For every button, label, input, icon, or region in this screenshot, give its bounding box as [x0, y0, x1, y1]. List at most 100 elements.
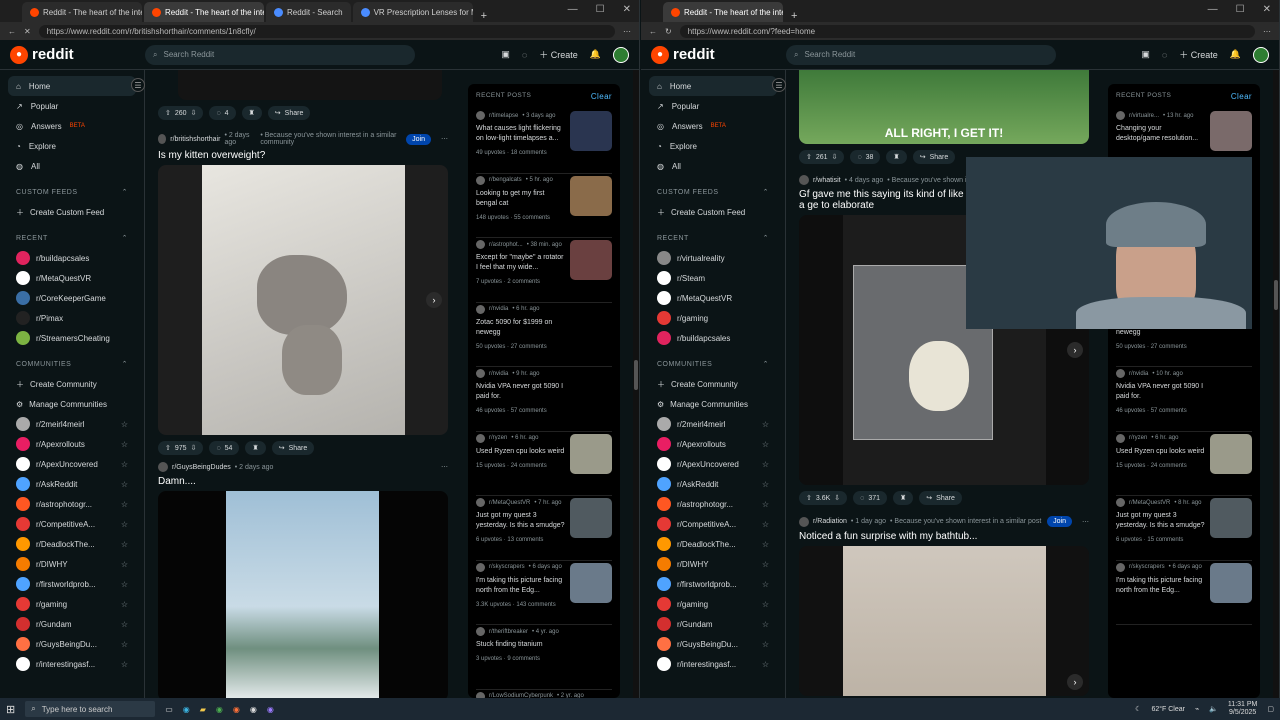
favorite-star-icon[interactable]: ☆: [762, 460, 769, 469]
favorite-star-icon[interactable]: ☆: [762, 480, 769, 489]
nav-answers[interactable]: ◎ Answers BETA: [649, 116, 777, 136]
recent-post-thumbnail[interactable]: [570, 562, 612, 603]
chat-icon[interactable]: ◌: [522, 50, 527, 60]
weather-text[interactable]: 62°F Clear: [1151, 706, 1185, 713]
favorite-star-icon[interactable]: ☆: [121, 460, 128, 469]
community-item[interactable]: r/GuysBeingDu... ☆: [649, 634, 777, 654]
chat-app-icon[interactable]: ◉: [267, 705, 274, 714]
favorite-star-icon[interactable]: ☆: [121, 440, 128, 449]
comments-button[interactable]: ◌ 371: [853, 491, 888, 505]
community-item[interactable]: r/CompetitiveA... ☆: [8, 514, 136, 534]
post-title[interactable]: Noticed a fun surprise with my bathtub..…: [799, 531, 1089, 542]
refresh-icon[interactable]: ✕: [24, 27, 31, 36]
community-item[interactable]: r/Gundam ☆: [8, 614, 136, 634]
url-field[interactable]: https://www.reddit.com/r/britishshorthai…: [38, 24, 615, 38]
recent-post-item[interactable]: r/MetaQuestVR • 8 hr. ago Just got my ques…: [1116, 496, 1252, 561]
scrollbar-thumb[interactable]: [634, 360, 638, 390]
communities-header[interactable]: COMMUNITIES ⌃: [8, 354, 136, 374]
avatar[interactable]: [1253, 46, 1269, 63]
right-tab-1[interactable]: Reddit - The heart of the internet: [663, 2, 783, 22]
custom-feeds-header[interactable]: CUSTOM FEEDS ⌃: [649, 182, 777, 202]
recent-item[interactable]: r/buildapcsales: [8, 248, 136, 268]
back-icon[interactable]: ←: [649, 27, 657, 36]
recent-post-title[interactable]: What causes light flickering on low-ligh…: [476, 124, 566, 144]
favorite-star-icon[interactable]: ☆: [762, 500, 769, 509]
left-tab-2[interactable]: Reddit - The heart of the internet: [144, 2, 264, 22]
community-item[interactable]: r/astrophotogr... ☆: [649, 494, 777, 514]
create-button[interactable]: ＋ Create: [1179, 48, 1218, 61]
extensions-icon[interactable]: ⋯: [623, 27, 631, 36]
create-community[interactable]: ＋ Create Community: [649, 374, 777, 394]
recent-post-item[interactable]: r/skyscrapers • 6 days ago I'm taking this…: [1116, 561, 1252, 625]
favorite-star-icon[interactable]: ☆: [121, 420, 128, 429]
left-tab-1[interactable]: Reddit - The heart of the internet: [22, 2, 142, 22]
recent-post-title[interactable]: Just got my quest 3 yesterday. Is this a…: [1116, 511, 1206, 531]
share-button[interactable]: ↪ Share: [271, 441, 315, 455]
favorite-star-icon[interactable]: ☆: [121, 540, 128, 549]
steam-icon[interactable]: ◉: [250, 705, 257, 714]
close-icon[interactable]: ✕: [623, 4, 631, 15]
back-icon[interactable]: ←: [8, 27, 16, 36]
recent-post-item[interactable]: r/nvidia • 9 hr. ago Nvidia VPA never got …: [476, 367, 612, 432]
recent-post-item[interactable]: r/nvidia • 10 hr. ago Nvidia VPA never got…: [1116, 367, 1252, 432]
favorite-star-icon[interactable]: ☆: [121, 580, 128, 589]
recent-post-item[interactable]: r/ryzen • 6 hr. ago Used Ryzen cpu looks w…: [476, 432, 612, 496]
community-item[interactable]: r/Gundam ☆: [649, 614, 777, 634]
recent-post-title[interactable]: Stuck finding titanium: [476, 640, 566, 650]
clock[interactable]: 11:31 PM 9/5/2025: [1228, 701, 1257, 717]
minimize-icon[interactable]: —: [1208, 4, 1218, 15]
left-tab-4[interactable]: VR Prescription Lenses for Meta: [352, 2, 473, 22]
recent-post-item[interactable]: r/skyscrapers • 6 days ago I'm taking this…: [476, 561, 612, 625]
recent-post-item[interactable]: r/nvidia• 6 hr. ago Zotac 5090 for $1999 …: [476, 303, 612, 367]
network-icon[interactable]: ⌁: [1195, 705, 1199, 713]
notifications-icon[interactable]: ▢: [1267, 705, 1274, 713]
extensions-icon[interactable]: ⋯: [1263, 27, 1271, 36]
clear-button[interactable]: Clear: [1231, 92, 1252, 101]
collapse-sidebar-button[interactable]: ☰: [131, 78, 145, 92]
create-custom-feed[interactable]: ＋ Create Custom Feed: [649, 202, 777, 222]
next-image-button[interactable]: ›: [426, 292, 442, 308]
ads-icon[interactable]: ▣: [1141, 49, 1150, 60]
file-explorer-icon[interactable]: ▰: [200, 705, 206, 714]
manage-communities[interactable]: ⚙ Manage Communities: [8, 394, 136, 414]
reddit-logo[interactable]: ● reddit: [651, 45, 776, 64]
manage-communities[interactable]: ⚙ Manage Communities: [649, 394, 777, 414]
subreddit-name[interactable]: r/Radiation: [813, 518, 847, 525]
xbox-icon[interactable]: ◉: [216, 705, 223, 714]
close-icon[interactable]: ✕: [1263, 4, 1271, 15]
post-card[interactable]: r/britishshorthair • 2 days ago • Because …: [158, 132, 448, 455]
post-video[interactable]: [158, 491, 448, 698]
task-view-icon[interactable]: ▭: [165, 705, 173, 714]
next-image-button[interactable]: ›: [1067, 342, 1083, 358]
search-input[interactable]: ⌕ Search Reddit: [786, 44, 1056, 65]
favorite-star-icon[interactable]: ☆: [121, 500, 128, 509]
post-card[interactable]: r/GuysBeingDudes • 2 days ago ⋯ Damn....: [158, 462, 448, 698]
join-button[interactable]: Join: [406, 133, 431, 145]
recent-post-title[interactable]: Used Ryzen cpu looks weird: [1116, 447, 1206, 457]
comments-button[interactable]: ◌ 38: [850, 150, 881, 164]
url-field[interactable]: https://www.reddit.com/?feed=home: [679, 24, 1255, 38]
recent-item[interactable]: r/Pimax: [8, 308, 136, 328]
community-item[interactable]: r/firstworldprob... ☆: [649, 574, 777, 594]
comments-button[interactable]: ◌ 4: [209, 106, 236, 120]
share-button[interactable]: ↪ Share: [919, 491, 962, 505]
recent-post-item[interactable]: r/astrophot...• 38 min. ago Except for "m…: [476, 238, 612, 303]
recent-header[interactable]: RECENT ⌃: [8, 228, 136, 248]
recent-post-title[interactable]: I'm taking this picture facing north fro…: [1116, 576, 1206, 596]
recent-header[interactable]: RECENT ⌃: [649, 228, 777, 248]
favorite-star-icon[interactable]: ☆: [121, 620, 128, 629]
post-card[interactable]: r/Radiation • 1 day ago • Because you've s…: [799, 516, 1089, 696]
favorite-star-icon[interactable]: ☆: [762, 660, 769, 669]
favorite-star-icon[interactable]: ☆: [762, 600, 769, 609]
minimize-icon[interactable]: —: [568, 4, 578, 15]
recent-post-thumbnail[interactable]: [570, 175, 612, 216]
favorite-star-icon[interactable]: ☆: [121, 660, 128, 669]
comments-button[interactable]: ◌ 54: [209, 441, 240, 455]
community-item[interactable]: r/gaming ☆: [649, 594, 777, 614]
nav-popular[interactable]: ↗ Popular: [8, 96, 136, 116]
notification-bell-icon[interactable]: 🔔: [1230, 49, 1241, 60]
award-button[interactable]: ♜: [241, 106, 262, 120]
share-button[interactable]: ↪ Share: [267, 106, 311, 120]
recent-post-thumbnail[interactable]: [1210, 433, 1252, 474]
vote-button[interactable]: ⇧ 260 ⇩: [158, 106, 204, 120]
